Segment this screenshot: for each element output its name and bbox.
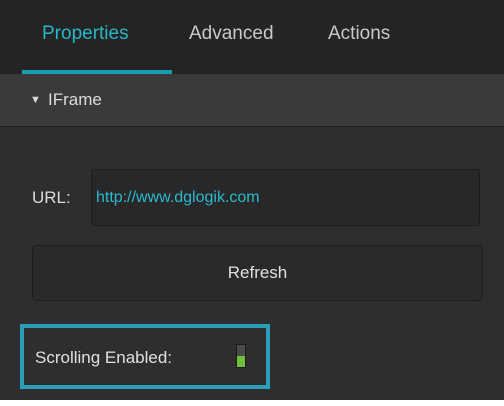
toggle-on-indicator — [237, 356, 245, 367]
url-input[interactable] — [91, 169, 480, 226]
iframe-section-header[interactable]: ▼ IFrame — [0, 74, 504, 127]
tab-properties[interactable]: Properties — [42, 22, 129, 46]
triangle-down-icon: ▼ — [30, 94, 41, 106]
scrolling-enabled-toggle[interactable] — [236, 344, 246, 368]
url-label: URL: — [32, 188, 71, 207]
tab-advanced[interactable]: Advanced — [189, 22, 274, 46]
scrolling-enabled-label: Scrolling Enabled: — [35, 348, 173, 367]
tab-actions[interactable]: Actions — [328, 22, 390, 46]
section-title: IFrame — [48, 90, 102, 109]
properties-panel: Properties Advanced Actions ▼ IFrame URL… — [0, 0, 504, 400]
tab-bar: Properties Advanced Actions — [0, 0, 504, 74]
refresh-button[interactable]: Refresh — [32, 245, 483, 301]
